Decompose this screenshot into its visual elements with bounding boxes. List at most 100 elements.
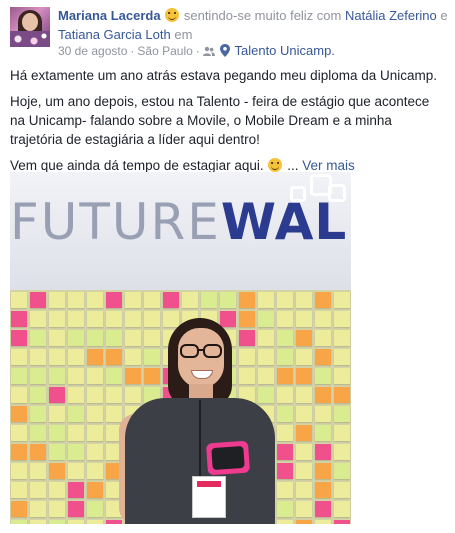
sticky-note — [68, 387, 84, 403]
sticky-note — [49, 444, 65, 460]
sticky-note — [30, 482, 46, 498]
map-pin-icon — [220, 44, 231, 57]
sticky-note — [315, 292, 331, 308]
post-body: Há extamente um ano atrás estava pegando… — [10, 66, 442, 182]
sticky-note — [87, 501, 103, 517]
sticky-note — [334, 425, 350, 441]
sticky-note — [49, 349, 65, 365]
sticky-note — [144, 292, 160, 308]
see-more-link[interactable]: Ver mais — [302, 158, 355, 173]
sticky-note — [11, 292, 27, 308]
glasses-icon — [180, 344, 222, 358]
sticky-note — [30, 425, 46, 441]
sticky-note — [11, 349, 27, 365]
future-wall-sign: FUTUREWALL — [10, 192, 351, 252]
sticky-note — [11, 311, 27, 327]
sticky-note — [87, 463, 103, 479]
sticky-note — [49, 368, 65, 384]
sticky-note — [87, 406, 103, 422]
feeling-text: sentindo-se muito feliz com — [183, 8, 342, 23]
sticky-note — [277, 501, 293, 517]
sticky-note — [87, 368, 103, 384]
sticky-note — [315, 444, 331, 460]
tagged-friend-link-2[interactable]: Tatiana Garcia Loth — [58, 27, 171, 42]
sticky-note — [277, 368, 293, 384]
sticky-note — [334, 292, 350, 308]
sticky-note — [296, 482, 312, 498]
sticky-note — [68, 425, 84, 441]
author-name-link[interactable]: Mariana Lacerda — [58, 8, 161, 23]
sticky-note — [87, 520, 103, 524]
sticky-note — [315, 330, 331, 346]
sticky-note — [334, 444, 350, 460]
sticky-note — [277, 520, 293, 524]
sticky-note — [182, 292, 198, 308]
sticky-note — [49, 425, 65, 441]
sticky-note — [296, 425, 312, 441]
post-date-link[interactable]: 30 de agosto — [58, 44, 127, 58]
sticky-note — [49, 311, 65, 327]
post-paragraph-1: Há extamente um ano atrás estava pegando… — [10, 68, 437, 83]
smiley-emoji-icon — [268, 158, 283, 172]
sticky-note — [296, 311, 312, 327]
sticky-note — [277, 387, 293, 403]
post-header: Mariana Lacerda sentindo-se muito feliz … — [58, 6, 448, 44]
sticky-note — [277, 330, 293, 346]
sticky-note — [296, 368, 312, 384]
post-photo[interactable]: FUTUREWALL — [10, 172, 351, 524]
sticky-note — [87, 387, 103, 403]
location-link[interactable]: Talento Unicamp. — [234, 43, 334, 58]
sticky-note — [11, 482, 27, 498]
sticky-note — [220, 292, 236, 308]
sticky-note — [334, 482, 350, 498]
sticky-note — [68, 520, 84, 524]
sticky-note — [11, 520, 27, 524]
sticky-note — [277, 349, 293, 365]
sticky-note — [334, 349, 350, 365]
sticky-note — [315, 311, 331, 327]
sticky-note — [315, 349, 331, 365]
sticky-note — [334, 311, 350, 327]
sticky-note — [68, 311, 84, 327]
sticky-note — [315, 425, 331, 441]
sticky-note — [334, 463, 350, 479]
sticky-note — [315, 520, 331, 524]
sticky-note — [106, 387, 122, 403]
sticky-note — [277, 406, 293, 422]
sticky-note — [334, 368, 350, 384]
sticky-note — [296, 330, 312, 346]
sticky-note — [49, 406, 65, 422]
sticky-note — [334, 330, 350, 346]
sticky-note — [49, 463, 65, 479]
sticky-note — [296, 444, 312, 460]
sticky-note — [277, 444, 293, 460]
sticky-note — [163, 292, 179, 308]
sticky-note — [11, 406, 27, 422]
author-avatar[interactable] — [10, 7, 50, 47]
post-paragraph-2: Hoje, um ano depois, estou na Talento - … — [10, 94, 430, 147]
sticky-note — [11, 463, 27, 479]
sticky-note — [30, 387, 46, 403]
sticky-note — [11, 368, 27, 384]
meta-separator-2: · — [195, 44, 200, 58]
sticky-note — [277, 292, 293, 308]
sticky-note — [201, 292, 217, 308]
sticky-note — [87, 349, 103, 365]
sticky-note — [30, 311, 46, 327]
sticky-note — [11, 444, 27, 460]
sticky-note — [68, 501, 84, 517]
sticky-note — [68, 444, 84, 460]
sticky-note — [334, 406, 350, 422]
sticky-note — [315, 406, 331, 422]
sticky-note — [258, 292, 274, 308]
sticky-note — [125, 292, 141, 308]
sticky-note — [106, 292, 122, 308]
facebook-post: Mariana Lacerda sentindo-se muito feliz … — [0, 0, 455, 533]
sticky-note — [30, 368, 46, 384]
sticky-note — [87, 482, 103, 498]
conjunction-text: e — [440, 8, 448, 23]
sticky-note — [49, 482, 65, 498]
tagged-friend-link-1[interactable]: Natália Zeferino — [345, 8, 437, 23]
sticky-note — [106, 406, 122, 422]
friends-icon[interactable] — [202, 46, 215, 57]
